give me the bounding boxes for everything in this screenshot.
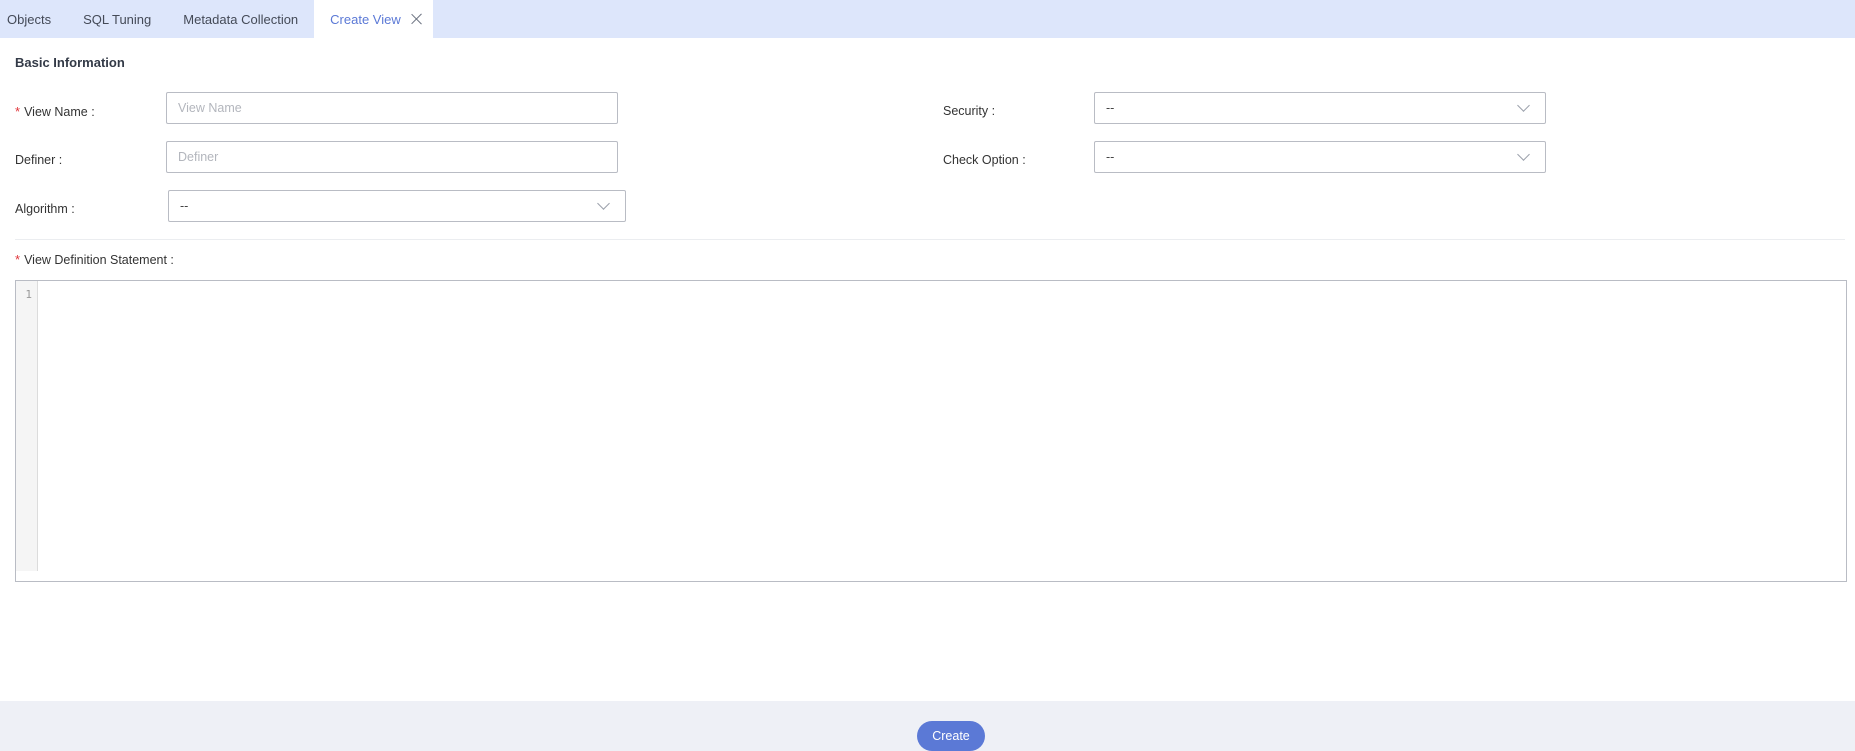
chevron-down-icon (1517, 148, 1530, 161)
required-mark: * (15, 104, 21, 119)
line-number: 1 (25, 288, 32, 301)
definer-label: Definer : (15, 153, 63, 167)
tab-sql-tuning[interactable]: SQL Tuning (67, 0, 167, 38)
security-value: -- (1106, 101, 1115, 115)
check-option-label: Check Option : (943, 153, 1026, 167)
tab-objects[interactable]: Objects (0, 0, 67, 38)
tab-bar: Objects SQL Tuning Metadata Collection C… (0, 0, 1855, 38)
create-button[interactable]: Create (917, 721, 985, 751)
view-name-input[interactable] (166, 92, 618, 124)
security-select[interactable]: -- (1094, 92, 1546, 124)
close-icon[interactable] (411, 13, 423, 25)
algorithm-label: Algorithm : (15, 202, 75, 216)
footer-bar: Create (0, 701, 1855, 751)
section-title: Basic Information (15, 55, 125, 70)
required-mark: * (15, 252, 21, 267)
divider (15, 239, 1845, 240)
tab-create-view[interactable]: Create View (314, 0, 433, 38)
statement-label: * View Definition Statement : (15, 252, 174, 267)
tab-label: Create View (330, 11, 401, 27)
sql-editor[interactable]: 1 (15, 280, 1847, 582)
check-option-select[interactable]: -- (1094, 141, 1546, 173)
algorithm-value: -- (180, 199, 189, 213)
security-label: Security : (943, 104, 996, 118)
chevron-down-icon (1517, 99, 1530, 112)
tab-label: SQL Tuning (83, 11, 152, 27)
tab-metadata-collection[interactable]: Metadata Collection (167, 0, 314, 38)
create-view-form: Basic Information *View Name : Definer :… (0, 38, 1855, 701)
check-option-value: -- (1106, 150, 1115, 164)
editor-gutter: 1 (16, 281, 38, 571)
chevron-down-icon (597, 197, 610, 210)
tab-label: Objects (7, 11, 52, 27)
algorithm-select[interactable]: -- (168, 190, 626, 222)
view-name-label: * View Name : (15, 104, 95, 119)
tab-label: Metadata Collection (183, 11, 299, 27)
definer-input[interactable] (166, 141, 618, 173)
